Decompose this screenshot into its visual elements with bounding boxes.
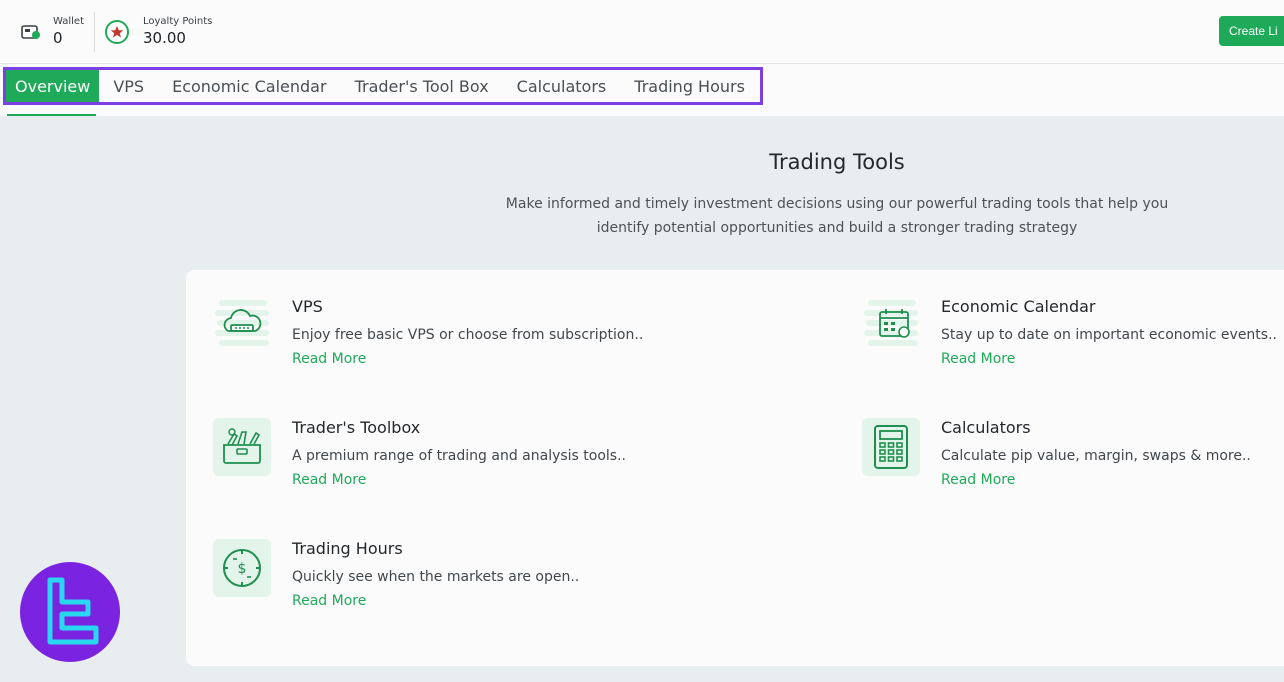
clock-dollar-icon: $ — [213, 539, 271, 597]
tool-name: Economic Calendar — [941, 297, 1096, 316]
read-more-link-vps[interactable]: Read More — [292, 350, 366, 368]
active-tab-underline — [7, 114, 96, 116]
loyalty-value: 30.00 — [143, 29, 186, 47]
svg-text:$: $ — [238, 561, 247, 577]
tools-card: VPS Enjoy free basic VPS or choose from … — [186, 270, 1284, 666]
read-more-link-traders-toolbox[interactable]: Read More — [292, 471, 366, 489]
tool-item-calculators: Calculators Calculate pip value, margin,… — [862, 418, 1282, 508]
star-badge-icon — [104, 19, 130, 45]
tool-item-traders-toolbox: Trader's Toolbox A premium range of trad… — [213, 418, 633, 508]
tool-description: Stay up to date on important economic ev… — [941, 327, 1277, 343]
read-more-link-calculators[interactable]: Read More — [941, 471, 1015, 489]
tab-highlight-outline — [3, 67, 763, 105]
calculator-icon — [862, 418, 920, 476]
tool-description: A premium range of trading and analysis … — [292, 448, 627, 464]
read-more-link-trading-hours[interactable]: Read More — [292, 592, 366, 610]
tool-item-trading-hours: $ Trading Hours Quickly see when the mar… — [213, 539, 633, 629]
tool-name: Calculators — [941, 418, 1031, 437]
page-description: Make informed and timely investment deci… — [500, 192, 1174, 240]
tool-name: VPS — [292, 297, 323, 316]
brand-logo — [20, 562, 120, 662]
read-more-link-economic-calendar[interactable]: Read More — [941, 350, 1015, 368]
tool-item-economic-calendar: Economic Calendar Stay up to date on imp… — [862, 297, 1282, 387]
cloud-server-icon — [213, 297, 271, 355]
tool-name: Trading Hours — [292, 539, 403, 558]
calendar-icon — [862, 297, 920, 355]
stat-divider — [94, 12, 95, 52]
top-bar: Wallet 0 Loyalty Points 30.00 Create Li — [0, 0, 1284, 64]
loyalty-stat: Loyalty Points 30.00 — [104, 12, 212, 52]
create-live-account-button[interactable]: Create Li — [1219, 16, 1284, 46]
page-title: Trading Tools — [769, 150, 905, 174]
wallet-icon — [20, 22, 42, 42]
description-line-1: Make informed and timely investment deci… — [505, 196, 1169, 212]
brand-logo-mark — [47, 577, 99, 645]
description-line-2: identify potential opportunities and bui… — [596, 220, 1078, 236]
tool-description: Enjoy free basic VPS or choose from subs… — [292, 327, 644, 343]
tool-name: Trader's Toolbox — [292, 418, 421, 437]
tool-item-vps: VPS Enjoy free basic VPS or choose from … — [213, 297, 643, 387]
wallet-stat: Wallet 0 — [20, 12, 84, 52]
toolbox-icon — [213, 418, 271, 476]
tool-description: Calculate pip value, margin, swaps & mor… — [941, 448, 1251, 464]
loyalty-label: Loyalty Points — [143, 16, 213, 27]
wallet-label: Wallet — [53, 16, 85, 27]
tool-description: Quickly see when the markets are open.. — [292, 569, 580, 585]
wallet-value: 0 — [53, 29, 63, 47]
